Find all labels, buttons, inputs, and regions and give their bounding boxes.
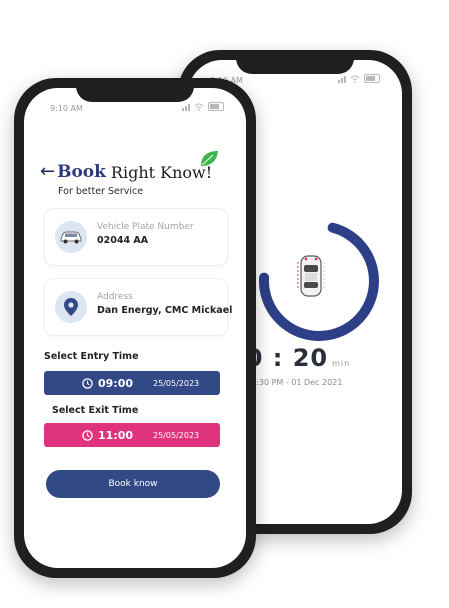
book-button[interactable]: Book know <box>46 470 220 498</box>
front-phone-screen: 9:10 AM ← Book Right Know! For better Se… <box>24 88 246 568</box>
address-value: Dan Energy, CMC Mickael <box>97 305 233 316</box>
front-phone-frame: 9:10 AM ← Book Right Know! For better Se… <box>14 78 256 578</box>
page-title: ← Book Right Know! <box>40 162 212 182</box>
exit-time-label: Select Exit Time <box>52 405 139 416</box>
notch <box>76 78 194 102</box>
status-icons <box>338 74 380 83</box>
title-book: Book <box>57 162 106 182</box>
entry-time-label: Select Entry Time <box>44 351 139 362</box>
clock-icon <box>82 377 93 389</box>
address-card[interactable]: Address Dan Energy, CMC Mickael <box>44 278 232 336</box>
car-top-view-icon <box>300 255 322 297</box>
notch <box>236 50 354 74</box>
entry-time-value: 09:00 <box>98 376 134 390</box>
parking-timer-ring <box>259 221 379 341</box>
battery-icon <box>208 102 224 111</box>
vehicle-plate-label: Vehicle Plate Number <box>97 222 194 232</box>
entry-date-value: 25/05/2023 <box>153 378 200 388</box>
subtitle: For better Service <box>58 186 144 197</box>
exit-date-value: 25/05/2023 <box>153 430 200 440</box>
signal-icon <box>182 103 190 111</box>
back-arrow-icon[interactable]: ← <box>40 163 55 181</box>
exit-time-value: 11:00 <box>98 428 134 442</box>
status-icons <box>182 102 224 111</box>
wifi-icon <box>350 75 360 83</box>
wifi-icon <box>194 103 204 111</box>
signal-icon <box>338 75 346 83</box>
exit-time-selector[interactable]: 11:00 25/05/2023 <box>44 423 220 447</box>
entry-time-selector[interactable]: 09:00 25/05/2023 <box>44 371 220 395</box>
title-rest: Right Know! <box>110 162 213 182</box>
location-pin-icon <box>55 291 87 323</box>
vehicle-plate-value: 02044 AA <box>97 235 149 246</box>
timer-unit: min <box>332 359 351 368</box>
car-icon <box>55 221 87 253</box>
leaf-icon <box>201 151 218 166</box>
status-time: 9:10 AM <box>50 104 83 113</box>
battery-icon <box>364 74 380 83</box>
clock-icon <box>82 429 93 441</box>
timer-date-line: 10:30 PM - 01 Dec 2021 <box>246 378 343 387</box>
address-label: Address <box>97 292 133 302</box>
vehicle-plate-card[interactable]: Vehicle Plate Number 02044 AA <box>44 208 228 266</box>
